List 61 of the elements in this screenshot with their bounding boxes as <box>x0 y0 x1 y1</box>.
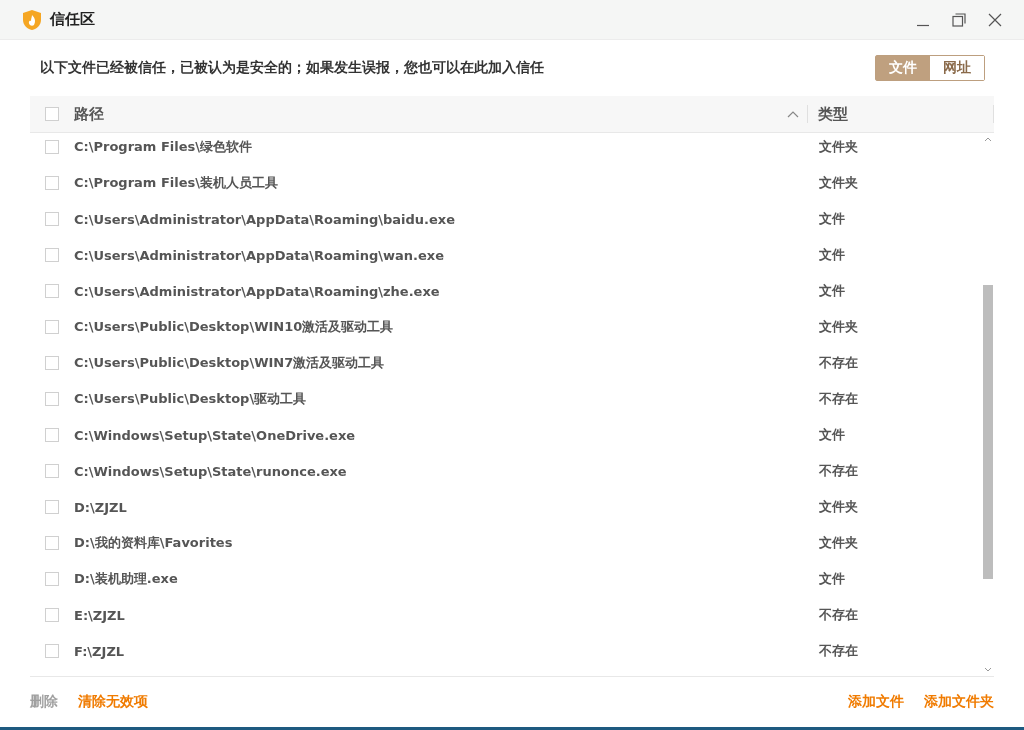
type-cell: 文件夹 <box>819 174 858 192</box>
select-all-checkbox[interactable] <box>45 107 59 121</box>
path-cell: C:\Users\Administrator\AppData\Roaming\baidu.exe <box>74 211 456 227</box>
row-checkbox[interactable] <box>45 212 59 226</box>
row-checkbox[interactable] <box>45 644 59 658</box>
row-checkbox[interactable] <box>45 536 59 550</box>
footer-action-link[interactable]: 添加文件夹 <box>924 693 994 711</box>
path-cell: D:\ZJZL <box>74 499 127 515</box>
type-cell: 不存在 <box>819 390 858 408</box>
row-checkbox[interactable] <box>45 140 59 154</box>
row-checkbox[interactable] <box>45 284 59 298</box>
type-cell: 文件夹 <box>819 318 858 336</box>
footer-action-link[interactable]: 添加文件 <box>848 693 904 711</box>
window-title: 信任区 <box>50 10 95 29</box>
scroll-up-icon[interactable] <box>984 137 992 142</box>
path-cell: C:\Users\Administrator\AppData\Roaming\wan.exe <box>74 247 444 263</box>
row-checkbox[interactable] <box>45 392 59 406</box>
type-cell: 不存在 <box>819 606 858 624</box>
scroll-down-icon[interactable] <box>984 667 992 672</box>
close-icon[interactable] <box>988 12 1002 27</box>
column-header[interactable]: 类型 <box>818 104 848 124</box>
path-cell: C:\Users\Administrator\AppData\Roaming\zhe.exe <box>74 283 440 299</box>
maximize-icon[interactable] <box>952 12 966 27</box>
row-checkbox[interactable] <box>45 500 59 514</box>
path-cell: C:\Users\Public\Desktop\WIN7激活及驱动工具 <box>74 354 385 372</box>
type-cell: 文件 <box>819 570 845 588</box>
path-cell: F:\ZJZL <box>74 643 125 659</box>
type-cell: 文件 <box>819 246 845 264</box>
type-cell: 不存在 <box>819 462 858 480</box>
path-cell: C:\Users\Public\Desktop\驱动工具 <box>74 390 307 408</box>
row-checkbox[interactable] <box>45 608 59 622</box>
sort-caret-icon[interactable] <box>787 110 799 118</box>
path-cell: C:\Windows\Setup\State\OneDrive.exe <box>74 427 356 443</box>
type-cell: 文件夹 <box>819 138 858 156</box>
type-cell: 不存在 <box>819 642 858 660</box>
type-cell: 不存在 <box>819 354 858 372</box>
path-cell: C:\Program Files\绿色软件 <box>74 138 252 156</box>
path-cell: C:\Program Files\装机人员工具 <box>74 174 278 192</box>
row-checkbox[interactable] <box>45 320 59 334</box>
shield-flame-icon <box>22 8 42 31</box>
path-cell: E:\ZJZL <box>74 607 125 623</box>
path-cell: D:\我的资料库\Favorites <box>74 534 233 552</box>
row-checkbox[interactable] <box>45 572 59 586</box>
type-cell: 文件 <box>819 210 845 228</box>
tab[interactable]: 文件 <box>876 56 930 80</box>
column-header[interactable]: 路径 <box>74 104 104 124</box>
type-cell: 文件夹 <box>819 498 858 516</box>
row-checkbox[interactable] <box>45 428 59 442</box>
path-cell: C:\Windows\Setup\State\runonce.exe <box>74 463 347 479</box>
path-cell: D:\装机助理.exe <box>74 570 178 588</box>
footer-action-link[interactable]: 清除无效项 <box>78 693 148 711</box>
row-checkbox[interactable] <box>45 356 59 370</box>
type-cell: 文件 <box>819 282 845 300</box>
notice-text: 以下文件已经被信任，已被认为是安全的；如果发生误报，您也可以在此加入信任 <box>40 59 544 77</box>
type-cell: 文件 <box>819 426 845 444</box>
row-checkbox[interactable] <box>45 464 59 478</box>
row-checkbox[interactable] <box>45 176 59 190</box>
row-checkbox[interactable] <box>45 248 59 262</box>
path-cell: C:\Users\Public\Desktop\WIN10激活及驱动工具 <box>74 318 394 336</box>
scrollbar-thumb[interactable] <box>983 285 993 579</box>
type-cell: 文件夹 <box>819 534 858 552</box>
